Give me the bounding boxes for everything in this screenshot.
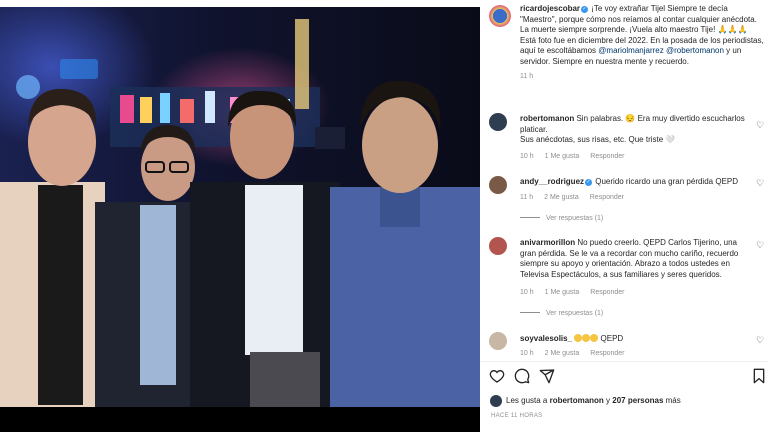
- comment-icon[interactable]: [514, 368, 530, 389]
- comment-likes[interactable]: 1 Me gusta: [545, 153, 580, 160]
- view-replies-label: Ver respuestas (1): [546, 310, 604, 317]
- view-replies-label: Ver respuestas (1): [546, 215, 604, 222]
- author-avatar[interactable]: [489, 5, 511, 27]
- heart-icon[interactable]: [489, 368, 505, 389]
- comment-text: QEPD: [600, 334, 624, 343]
- mention-mariolmanjarrez[interactable]: @mariolmanjarrez: [598, 46, 663, 55]
- share-icon[interactable]: [539, 368, 555, 389]
- comment-time: 10 h: [520, 289, 534, 296]
- replies-dash: [520, 312, 540, 313]
- reply-button[interactable]: Responder: [590, 153, 624, 160]
- comment-meta: 10 h 1 Me gusta Responder: [520, 153, 636, 160]
- post-caption: ricardojescobar ✓ ¡Te voy extrañar Tijel …: [520, 4, 765, 82]
- mention-robertomanon[interactable]: @robertomanon: [666, 46, 724, 55]
- emoji-icon: [590, 334, 599, 342]
- likes-count[interactable]: 207 personas: [612, 396, 663, 405]
- likes-prefix: Les gusta a: [506, 396, 550, 405]
- comment-time: 11 h: [520, 194, 534, 201]
- emoji-icon: [574, 334, 583, 342]
- comment-meta: 10 h 2 Me gusta Responder: [520, 350, 636, 357]
- comment-username[interactable]: soyvalesolis_: [520, 334, 572, 343]
- caption-time: 11 h: [520, 72, 534, 80]
- view-replies-button[interactable]: Ver respuestas (1): [520, 310, 603, 317]
- comment-username[interactable]: andy__rodriguez: [520, 177, 584, 186]
- comment-avatar[interactable]: [489, 237, 507, 255]
- verified-badge-icon: ✓: [581, 6, 589, 13]
- comment-text-2: Sus anécdotas, sus risas, etc. Que trist…: [520, 135, 676, 145]
- comment-item: andy__rodriguez ✓ Querido ricardo una gra…: [520, 177, 752, 188]
- emoji-icon: [582, 334, 591, 342]
- likes-user[interactable]: robertomanon: [550, 396, 604, 405]
- comment-likes[interactable]: 2 Me gusta: [545, 350, 580, 357]
- comment-meta: 11 h 2 Me gusta Responder: [520, 194, 635, 201]
- view-replies-button[interactable]: Ver respuestas (1): [520, 215, 603, 222]
- reply-button[interactable]: Responder: [590, 289, 624, 296]
- comment-item: robertomanon Sin palabras. 😔 Era muy div…: [520, 114, 752, 146]
- replies-dash: [520, 217, 540, 218]
- comment-avatar[interactable]: [489, 332, 507, 350]
- author-username[interactable]: ricardojescobar: [520, 4, 580, 13]
- likes-middle: y: [603, 396, 613, 405]
- comment-time: 10 h: [520, 350, 534, 357]
- bookmark-icon[interactable]: [752, 368, 766, 389]
- comment-time: 10 h: [520, 153, 534, 160]
- likes-suffix: más: [663, 396, 681, 405]
- comment-likes[interactable]: 1 Me gusta: [545, 289, 580, 296]
- top-band: [0, 0, 480, 7]
- comment-avatar[interactable]: [489, 113, 507, 131]
- photo-bottom-band: [0, 407, 480, 432]
- post-photo[interactable]: [0, 7, 480, 407]
- comment-item: soyvalesolis_ QEPD: [520, 334, 752, 345]
- comment-item: anivarmorillon No puedo creerlo. QEPD Ca…: [520, 238, 752, 280]
- comment-avatar[interactable]: [489, 176, 507, 194]
- comment-meta: 10 h 1 Me gusta Responder: [520, 289, 636, 296]
- photo-illustration: [0, 7, 480, 407]
- comment-username[interactable]: anivarmorillon: [520, 238, 575, 247]
- actions-divider: [480, 361, 768, 362]
- liker-avatar[interactable]: [490, 395, 502, 407]
- comment-heart-icon[interactable]: ♡: [756, 241, 764, 250]
- comment-likes[interactable]: 2 Me gusta: [544, 194, 579, 201]
- verified-badge-icon: ✓: [585, 179, 593, 186]
- post-timestamp: HACE 11 HORAS: [491, 413, 543, 419]
- reply-button[interactable]: Responder: [590, 350, 624, 357]
- likes-summary[interactable]: Les gusta a robertomanon y 207 personas …: [506, 396, 681, 405]
- comment-username[interactable]: robertomanon: [520, 114, 574, 123]
- comment-heart-icon[interactable]: ♡: [756, 336, 764, 345]
- comment-heart-icon[interactable]: ♡: [756, 121, 764, 130]
- comment-text: Querido ricardo una gran pérdida QEPD: [595, 177, 738, 186]
- reply-button[interactable]: Responder: [590, 194, 624, 201]
- comment-heart-icon[interactable]: ♡: [756, 179, 764, 188]
